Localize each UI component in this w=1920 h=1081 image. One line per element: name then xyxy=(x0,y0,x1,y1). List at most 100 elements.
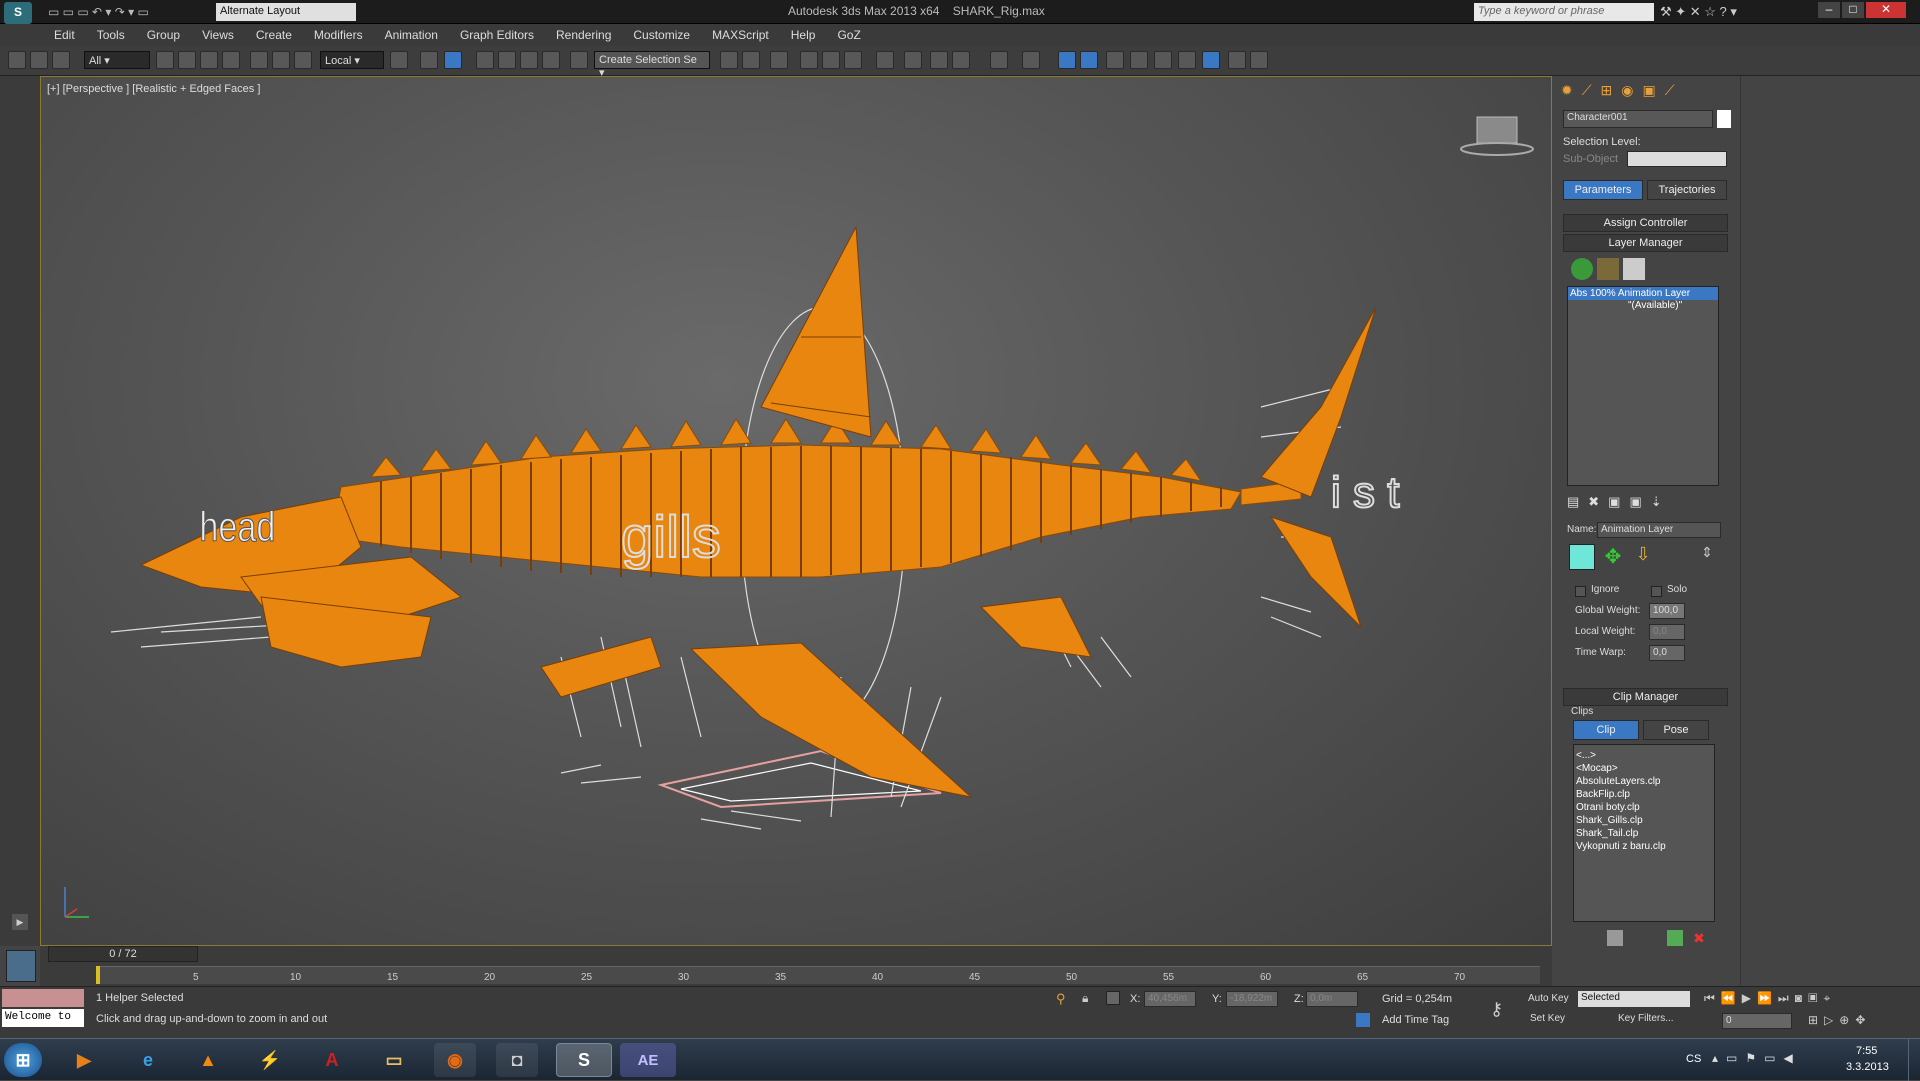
menu-edit[interactable]: Edit xyxy=(54,28,75,42)
acrobat-icon[interactable]: A xyxy=(312,1043,352,1077)
menu-views[interactable]: Views xyxy=(202,28,234,42)
extra-tool-icon[interactable] xyxy=(1022,51,1040,69)
menu-create[interactable]: Create xyxy=(256,28,292,42)
app-logo-icon[interactable]: S xyxy=(4,2,32,24)
layer-item-available[interactable]: "(Available)" xyxy=(1568,300,1718,311)
time-warp-spinner[interactable]: 0,0 xyxy=(1649,645,1685,661)
panel-tab-icons[interactable]: ✹⟋⊞◉▣⟋ xyxy=(1561,82,1731,102)
collapse-layer-icon[interactable]: ⇩ xyxy=(1631,544,1655,568)
ignore-checkbox[interactable] xyxy=(1575,586,1586,597)
perspective-viewport[interactable]: [+] [Perspective ] [Realistic + Edged Fa… xyxy=(40,76,1552,946)
clip-item[interactable]: AbsoluteLayers.clp xyxy=(1576,775,1712,788)
rig-tool-7-icon[interactable] xyxy=(1202,51,1220,69)
internet-explorer-icon[interactable]: e xyxy=(128,1043,168,1077)
language-indicator[interactable]: CS xyxy=(1686,1053,1701,1065)
keyboard-shortcut-override-icon[interactable] xyxy=(444,51,462,69)
z-coordinate-field[interactable]: 0,0m xyxy=(1306,991,1358,1007)
schematic-view-icon[interactable] xyxy=(876,51,894,69)
clip-item[interactable]: Shark_Tail.clp xyxy=(1576,827,1712,840)
layer-tree-icon[interactable] xyxy=(1597,258,1619,280)
selection-filter-dropdown[interactable]: All ▾ xyxy=(84,51,150,69)
render-setup-icon[interactable] xyxy=(930,51,948,69)
menu-goz[interactable]: GoZ xyxy=(837,28,860,42)
close-button[interactable]: ✕ xyxy=(1866,2,1906,18)
menu-customize[interactable]: Customize xyxy=(633,28,690,42)
delete-clip-icon[interactable]: ✖ xyxy=(1691,930,1707,946)
current-frame-marker[interactable] xyxy=(96,966,100,984)
add-time-tag[interactable]: Add Time Tag xyxy=(1382,1014,1449,1026)
solo-checkbox[interactable] xyxy=(1651,586,1662,597)
rig-tool-4-icon[interactable] xyxy=(1130,51,1148,69)
show-desktop-button[interactable] xyxy=(1908,1039,1920,1081)
graphite-toolbox-icon[interactable] xyxy=(822,51,840,69)
layer-color-swatch[interactable] xyxy=(1569,544,1595,570)
reference-coord-dropdown[interactable]: Local ▾ xyxy=(320,51,384,69)
y-coordinate-field[interactable]: -18,922m xyxy=(1226,991,1278,1007)
layer-list[interactable]: Abs 100% Animation Layer "(Available)" xyxy=(1567,286,1719,486)
3ds-max-taskbar-icon[interactable]: S xyxy=(556,1043,612,1077)
menu-rendering[interactable]: Rendering xyxy=(556,28,611,42)
tray-icons[interactable]: ▴▭⚑▭◀ xyxy=(1712,1051,1822,1069)
edit-named-selection-icon[interactable] xyxy=(570,51,588,69)
time-slider[interactable]: 0 / 72 xyxy=(48,946,198,962)
x-coordinate-field[interactable]: 40,456m xyxy=(1144,991,1196,1007)
pivot-center-icon[interactable] xyxy=(390,51,408,69)
global-weight-spinner[interactable]: 100,0 xyxy=(1649,603,1685,619)
help-icons[interactable]: ⚒ ✦ ✕ ☆ ? ▾ xyxy=(1660,4,1737,20)
clip-item[interactable]: <...> xyxy=(1576,749,1712,762)
layer-list-icon[interactable] xyxy=(1623,258,1645,280)
maxscript-mini-listener[interactable]: Welcome to xyxy=(2,1009,84,1027)
sub-object-dropdown[interactable] xyxy=(1627,151,1727,167)
render-production-icon[interactable] xyxy=(990,51,1008,69)
window-crossing-icon[interactable] xyxy=(222,51,240,69)
auto-key-button[interactable]: Auto Key xyxy=(1528,993,1569,1004)
mirror-icon[interactable] xyxy=(720,51,738,69)
assign-controller-rollout[interactable]: Assign Controller xyxy=(1563,214,1728,232)
layer-name-field[interactable]: Animation Layer xyxy=(1597,522,1721,538)
percent-snap-icon[interactable] xyxy=(520,51,538,69)
bind-space-warp-icon[interactable] xyxy=(52,51,70,69)
tab-pose[interactable]: Pose xyxy=(1643,720,1709,740)
maximize-button[interactable]: □ xyxy=(1842,2,1864,18)
clip-item[interactable]: Vykopnuti z baru.clp xyxy=(1576,840,1712,853)
unlink-icon[interactable] xyxy=(30,51,48,69)
named-selection-dropdown[interactable]: Create Selection Se ▾ xyxy=(594,51,710,79)
rig-tool-5-icon[interactable] xyxy=(1154,51,1172,69)
local-weight-spinner[interactable]: 0,0 xyxy=(1649,624,1685,640)
rig-tool-6-icon[interactable] xyxy=(1178,51,1196,69)
layer-manager-rollout[interactable]: Layer Manager xyxy=(1563,234,1728,252)
playback-controls[interactable]: ⏮⏪▶⏩⏭◙▣⌖ xyxy=(1704,991,1904,1007)
object-name-field[interactable]: Character001 xyxy=(1563,110,1713,128)
flash-app-icon[interactable]: ⚡ xyxy=(250,1043,290,1077)
rotate-icon[interactable] xyxy=(272,51,290,69)
mini-curve-icon[interactable] xyxy=(6,950,36,982)
clock-date[interactable]: 3.3.2013 xyxy=(1846,1061,1889,1073)
isolate-icon[interactable]: ⚲ xyxy=(1056,991,1066,1007)
add-layer-icon[interactable]: ✥ xyxy=(1601,544,1625,568)
rendered-frame-window-icon[interactable] xyxy=(952,51,970,69)
menu-group[interactable]: Group xyxy=(147,28,180,42)
key-mode-dropdown[interactable]: Selected xyxy=(1578,991,1690,1007)
lock-icon[interactable]: 🔒︎ xyxy=(1082,991,1088,1006)
maxscript-listener[interactable] xyxy=(2,989,84,1007)
rig-tool-3-icon[interactable] xyxy=(1106,51,1124,69)
tab-parameters[interactable]: Parameters xyxy=(1563,180,1643,200)
curve-editor-icon[interactable] xyxy=(844,51,862,69)
rig-tool-2-icon[interactable] xyxy=(1080,51,1098,69)
align-icon[interactable] xyxy=(742,51,760,69)
camera-app-icon[interactable]: ◘ xyxy=(496,1043,538,1077)
spinner-snap-icon[interactable] xyxy=(542,51,560,69)
key-filters-button[interactable]: Key Filters... xyxy=(1618,1013,1674,1024)
select-object-icon[interactable] xyxy=(156,51,174,69)
angle-snap-icon[interactable] xyxy=(498,51,516,69)
minimize-button[interactable]: – xyxy=(1818,2,1840,18)
clock-time[interactable]: 7:55 xyxy=(1856,1045,1877,1057)
select-by-name-icon[interactable] xyxy=(178,51,196,69)
clip-item[interactable]: BackFlip.clp xyxy=(1576,788,1712,801)
rig-tool-1-icon[interactable] xyxy=(1058,51,1076,69)
clip-item[interactable]: Shark_Gills.clp xyxy=(1576,814,1712,827)
load-clip-icon[interactable] xyxy=(1667,930,1683,946)
time-tag-icon[interactable] xyxy=(1356,1013,1370,1027)
quick-access-icons[interactable]: ▭ ▭ ▭ ↶ ▾ ↷ ▾ ▭ xyxy=(48,5,208,19)
workspace-dropdown[interactable]: Alternate Layout xyxy=(216,3,356,21)
